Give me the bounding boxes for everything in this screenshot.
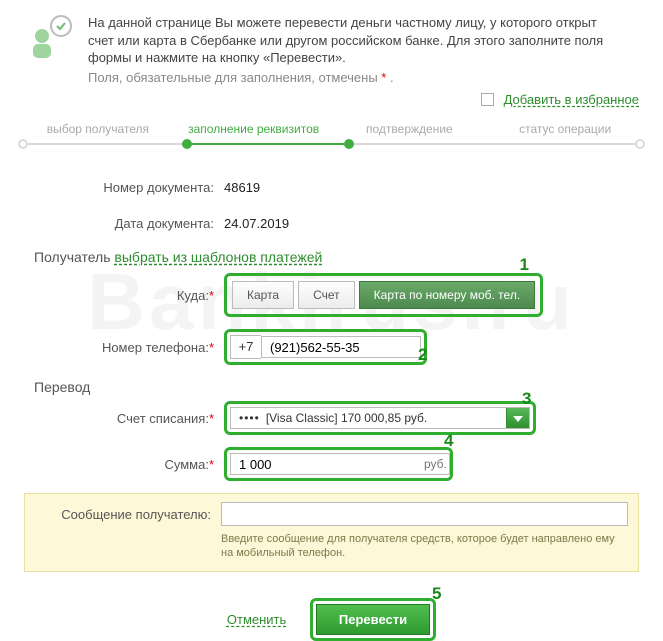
from-account-select[interactable]: •••• [Visa Classic] 170 000,85 руб. [230,407,530,429]
callout-4: 4 [444,431,453,451]
doc-number-value: 48619 [224,180,260,195]
required-hint: Поля, обязательные для заполнения, отмеч… [88,69,603,87]
person-icon [24,14,74,64]
favorite-checkbox[interactable] [481,93,494,106]
header-line2: счет или карта в Сбербанке или другом ро… [88,32,603,50]
templates-link[interactable]: выбрать из шаблонов платежей [114,249,322,265]
recipient-section: Получатель [34,249,111,265]
callout-2: 2 [418,345,427,365]
step-1: выбор получателя [20,121,176,142]
message-hint: Введите сообщение для получателя средств… [221,532,628,561]
callout-5: 5 [432,584,441,604]
message-input[interactable] [221,502,628,526]
message-block: Сообщение получателю: Введите сообщение … [24,493,639,572]
doc-date-value: 24.07.2019 [224,216,289,231]
from-label: Счет списания: [117,411,209,426]
phone-label: Номер телефона: [102,340,209,355]
page-header: На данной странице Вы можете перевести д… [0,0,663,86]
transfer-section: Перевод [34,379,90,395]
callout-1: 1 [520,255,529,275]
header-line3: формы и нажмите на кнопку «Перевести». [88,49,603,67]
dest-card-button[interactable]: Карта [232,281,294,309]
from-select-wrap: •••• [Visa Classic] 170 000,85 руб. [224,401,536,435]
message-label: Сообщение получателю: [35,507,221,522]
header-line1: На данной странице Вы можете перевести д… [88,14,603,32]
phone-input[interactable] [261,336,421,358]
dest-mobile-button[interactable]: Карта по номеру моб. тел. [359,281,535,309]
cancel-link[interactable]: Отменить [227,612,286,627]
where-label: Куда: [177,288,209,303]
progress-stepper: выбор получателя заполнение реквизитов п… [20,121,643,151]
phone-input-wrap: +7 [224,329,427,365]
doc-date-label: Дата документа: [24,216,224,231]
sum-input-wrap: руб. [224,447,453,481]
step-4: статус операции [487,121,643,142]
submit-button[interactable]: Перевести [316,604,430,635]
from-value: [Visa Classic] 170 000,85 руб. [266,411,427,425]
step-3: подтверждение [332,121,488,142]
step-2: заполнение реквизитов [176,121,332,142]
dest-account-button[interactable]: Счет [298,281,355,309]
callout-3: 3 [522,389,531,409]
favorite-link[interactable]: Добавить в избранное [504,92,639,107]
chevron-down-icon[interactable] [506,408,529,428]
from-mask: •••• [239,411,260,425]
destination-segment: Карта Счет Карта по номеру моб. тел. [224,273,543,317]
sum-label: Сумма: [164,457,208,472]
phone-prefix: +7 [230,335,261,359]
doc-number-label: Номер документа: [24,180,224,195]
sum-input[interactable] [230,453,450,475]
